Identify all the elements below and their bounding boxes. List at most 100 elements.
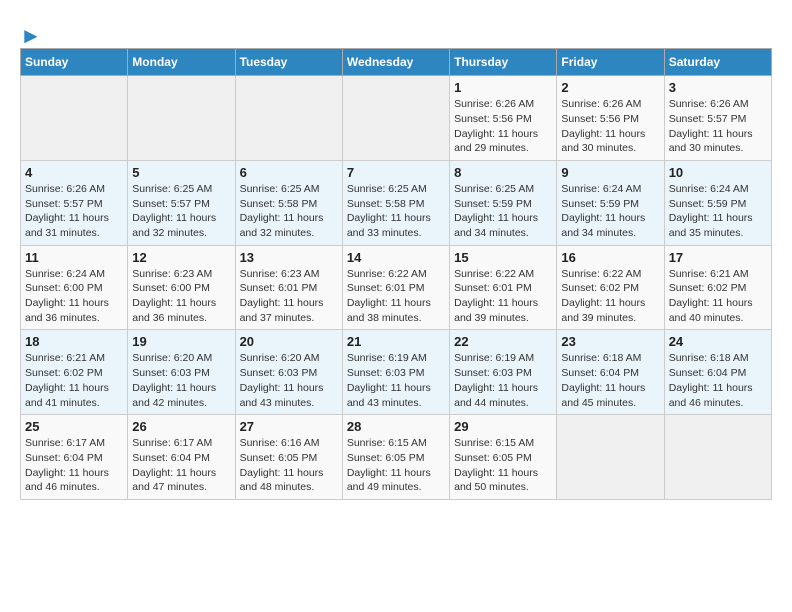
day-info: Sunrise: 6:19 AM Sunset: 6:03 PM Dayligh…: [454, 351, 552, 410]
calendar-cell: 9 Sunrise: 6:24 AM Sunset: 5:59 PM Daylig…: [557, 160, 664, 245]
calendar-week-row: 4 Sunrise: 6:26 AM Sunset: 5:57 PM Daylig…: [21, 160, 772, 245]
day-number: 29: [454, 419, 552, 434]
calendar-cell: 5 Sunrise: 6:25 AM Sunset: 5:57 PM Daylig…: [128, 160, 235, 245]
calendar-cell: [557, 415, 664, 500]
day-number: 27: [240, 419, 338, 434]
col-sunday: Sunday: [21, 49, 128, 76]
calendar-cell: [342, 76, 449, 161]
day-info: Sunrise: 6:20 AM Sunset: 6:03 PM Dayligh…: [132, 351, 230, 410]
day-number: 22: [454, 334, 552, 349]
calendar-cell: 2Sunrise: 6:26 AM Sunset: 5:56 PM Daylig…: [557, 76, 664, 161]
day-info: Sunrise: 6:24 AM Sunset: 5:59 PM Dayligh…: [561, 182, 659, 241]
calendar-cell: 1 Sunrise: 6:26 AM Sunset: 5:56 PM Daylig…: [450, 76, 557, 161]
day-number: 14: [347, 250, 445, 265]
day-info: Sunrise: 6:17 AM Sunset: 6:04 PM Dayligh…: [132, 436, 230, 495]
calendar-cell: 17 Sunrise: 6:21 AM Sunset: 6:02 PM Dayli…: [664, 245, 771, 330]
calendar-cell: 7 Sunrise: 6:25 AM Sunset: 5:58 PM Daylig…: [342, 160, 449, 245]
calendar-cell: 24Sunrise: 6:18 AM Sunset: 6:04 PM Dayli…: [664, 330, 771, 415]
calendar-cell: 10 Sunrise: 6:24 AM Sunset: 5:59 PM Dayli…: [664, 160, 771, 245]
day-info: Sunrise: 6:19 AM Sunset: 6:03 PM Dayligh…: [347, 351, 445, 410]
day-info: Sunrise: 6:26 AM Sunset: 5:56 PM Dayligh…: [454, 97, 552, 156]
calendar-cell: [664, 415, 771, 500]
calendar-cell: 22 Sunrise: 6:19 AM Sunset: 6:03 PM Dayli…: [450, 330, 557, 415]
calendar-cell: 18 Sunrise: 6:21 AM Sunset: 6:02 PM Dayli…: [21, 330, 128, 415]
day-number: 6: [240, 165, 338, 180]
day-info: Sunrise: 6:18 AM Sunset: 6:04 PM Dayligh…: [561, 351, 659, 410]
day-number: 16: [561, 250, 659, 265]
day-number: 15: [454, 250, 552, 265]
calendar-header-row: Sunday Monday Tuesday Wednesday Thursday…: [21, 49, 772, 76]
day-info: Sunrise: 6:22 AM Sunset: 6:01 PM Dayligh…: [347, 267, 445, 326]
calendar-week-row: 11 Sunrise: 6:24 AM Sunset: 6:00 PM Dayli…: [21, 245, 772, 330]
day-info: Sunrise: 6:22 AM Sunset: 6:02 PM Dayligh…: [561, 267, 659, 326]
calendar-cell: 27 Sunrise: 6:16 AM Sunset: 6:05 PM Dayli…: [235, 415, 342, 500]
day-info: Sunrise: 6:25 AM Sunset: 5:57 PM Dayligh…: [132, 182, 230, 241]
col-monday: Monday: [128, 49, 235, 76]
calendar-cell: [235, 76, 342, 161]
day-number: 12: [132, 250, 230, 265]
calendar-cell: 4 Sunrise: 6:26 AM Sunset: 5:57 PM Daylig…: [21, 160, 128, 245]
day-number: 17: [669, 250, 767, 265]
col-thursday: Thursday: [450, 49, 557, 76]
calendar-week-row: 25 Sunrise: 6:17 AM Sunset: 6:04 PM Dayli…: [21, 415, 772, 500]
day-info: Sunrise: 6:15 AM Sunset: 6:05 PM Dayligh…: [347, 436, 445, 495]
day-number: 7: [347, 165, 445, 180]
day-info: Sunrise: 6:25 AM Sunset: 5:58 PM Dayligh…: [240, 182, 338, 241]
day-info: Sunrise: 6:23 AM Sunset: 6:00 PM Dayligh…: [132, 267, 230, 326]
calendar-cell: 23Sunrise: 6:18 AM Sunset: 6:04 PM Dayli…: [557, 330, 664, 415]
day-number: 19: [132, 334, 230, 349]
day-number: 24: [669, 334, 767, 349]
calendar-cell: 13 Sunrise: 6:23 AM Sunset: 6:01 PM Dayli…: [235, 245, 342, 330]
day-number: 13: [240, 250, 338, 265]
calendar-table: Sunday Monday Tuesday Wednesday Thursday…: [20, 48, 772, 500]
calendar-week-row: 1 Sunrise: 6:26 AM Sunset: 5:56 PM Daylig…: [21, 76, 772, 161]
calendar-cell: 29 Sunrise: 6:15 AM Sunset: 6:05 PM Dayli…: [450, 415, 557, 500]
day-info: Sunrise: 6:20 AM Sunset: 6:03 PM Dayligh…: [240, 351, 338, 410]
day-info: Sunrise: 6:21 AM Sunset: 6:02 PM Dayligh…: [25, 351, 123, 410]
day-info: Sunrise: 6:22 AM Sunset: 6:01 PM Dayligh…: [454, 267, 552, 326]
calendar-cell: 12 Sunrise: 6:23 AM Sunset: 6:00 PM Dayli…: [128, 245, 235, 330]
day-info: Sunrise: 6:24 AM Sunset: 6:00 PM Dayligh…: [25, 267, 123, 326]
day-info: Sunrise: 6:15 AM Sunset: 6:05 PM Dayligh…: [454, 436, 552, 495]
calendar-cell: [21, 76, 128, 161]
logo-arrow-icon: ►: [20, 23, 42, 48]
logo: ►: [20, 24, 42, 48]
day-number: 28: [347, 419, 445, 434]
calendar-cell: 16 Sunrise: 6:22 AM Sunset: 6:02 PM Dayli…: [557, 245, 664, 330]
calendar-cell: 8 Sunrise: 6:25 AM Sunset: 5:59 PM Daylig…: [450, 160, 557, 245]
day-info: Sunrise: 6:25 AM Sunset: 5:58 PM Dayligh…: [347, 182, 445, 241]
day-number: 26: [132, 419, 230, 434]
day-number: 18: [25, 334, 123, 349]
calendar-week-row: 18 Sunrise: 6:21 AM Sunset: 6:02 PM Dayli…: [21, 330, 772, 415]
calendar-cell: 25 Sunrise: 6:17 AM Sunset: 6:04 PM Dayli…: [21, 415, 128, 500]
calendar-cell: 11 Sunrise: 6:24 AM Sunset: 6:00 PM Dayli…: [21, 245, 128, 330]
day-number: 8: [454, 165, 552, 180]
day-info: Sunrise: 6:26 AM Sunset: 5:57 PM Dayligh…: [25, 182, 123, 241]
day-number: 4: [25, 165, 123, 180]
col-saturday: Saturday: [664, 49, 771, 76]
day-number: 11: [25, 250, 123, 265]
calendar-cell: 6 Sunrise: 6:25 AM Sunset: 5:58 PM Daylig…: [235, 160, 342, 245]
col-friday: Friday: [557, 49, 664, 76]
calendar-cell: 21 Sunrise: 6:19 AM Sunset: 6:03 PM Dayli…: [342, 330, 449, 415]
col-tuesday: Tuesday: [235, 49, 342, 76]
calendar-cell: 14 Sunrise: 6:22 AM Sunset: 6:01 PM Dayli…: [342, 245, 449, 330]
day-number: 3: [669, 80, 767, 95]
day-number: 25: [25, 419, 123, 434]
day-number: 1: [454, 80, 552, 95]
day-number: 9: [561, 165, 659, 180]
day-number: 5: [132, 165, 230, 180]
calendar-cell: 3Sunrise: 6:26 AM Sunset: 5:57 PM Daylig…: [664, 76, 771, 161]
day-info: Sunrise: 6:21 AM Sunset: 6:02 PM Dayligh…: [669, 267, 767, 326]
day-info: Sunrise: 6:17 AM Sunset: 6:04 PM Dayligh…: [25, 436, 123, 495]
day-number: 21: [347, 334, 445, 349]
calendar-cell: 15 Sunrise: 6:22 AM Sunset: 6:01 PM Dayli…: [450, 245, 557, 330]
calendar-cell: 20Sunrise: 6:20 AM Sunset: 6:03 PM Dayli…: [235, 330, 342, 415]
calendar-cell: 26 Sunrise: 6:17 AM Sunset: 6:04 PM Dayli…: [128, 415, 235, 500]
day-info: Sunrise: 6:26 AM Sunset: 5:56 PM Dayligh…: [561, 97, 659, 156]
day-number: 10: [669, 165, 767, 180]
day-info: Sunrise: 6:16 AM Sunset: 6:05 PM Dayligh…: [240, 436, 338, 495]
day-info: Sunrise: 6:23 AM Sunset: 6:01 PM Dayligh…: [240, 267, 338, 326]
day-info: Sunrise: 6:24 AM Sunset: 5:59 PM Dayligh…: [669, 182, 767, 241]
day-info: Sunrise: 6:25 AM Sunset: 5:59 PM Dayligh…: [454, 182, 552, 241]
